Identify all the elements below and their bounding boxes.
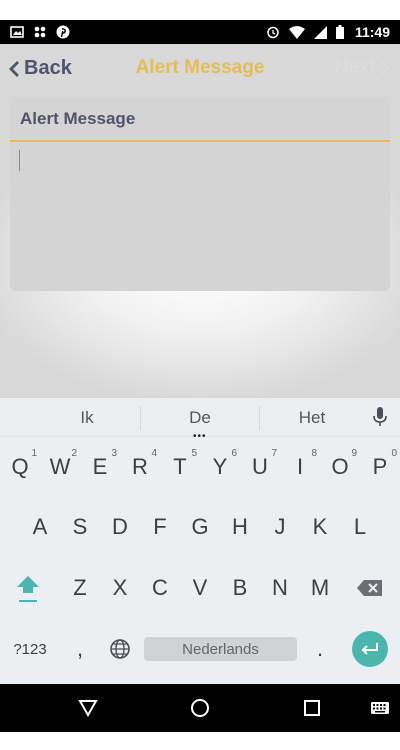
system-recents-button[interactable] (292, 684, 332, 732)
shift-icon (17, 576, 39, 602)
period-key[interactable]: . (300, 625, 340, 673)
status-right-icons: 11:49 (266, 24, 390, 40)
key-j[interactable]: J (260, 503, 300, 551)
key-a[interactable]: A (20, 503, 60, 551)
comma-key[interactable]: , (60, 625, 100, 673)
key-p[interactable]: P0 (360, 443, 400, 491)
key-q[interactable]: Q1 (0, 443, 40, 491)
key-z[interactable]: Z (60, 564, 100, 612)
signal-icon (313, 25, 327, 39)
nav-bar: Back Alert Message Next (0, 44, 400, 94)
language-key[interactable] (100, 625, 140, 673)
system-nav-bar (0, 684, 400, 732)
system-home-button[interactable] (180, 684, 220, 732)
app-screen: Back Alert Message Next Alert Message (0, 44, 400, 398)
suggestion-item[interactable]: Ik (27, 408, 147, 428)
key-o[interactable]: O9 (320, 443, 360, 491)
key-t[interactable]: T5 (160, 443, 200, 491)
key-u[interactable]: U7 (240, 443, 280, 491)
key-c[interactable]: C (140, 564, 180, 612)
photo-sync-icon (33, 25, 47, 39)
suggestion-strip: Ik De ••• Het (0, 398, 400, 442)
key-s[interactable]: S (60, 503, 100, 551)
status-time: 11:49 (354, 24, 390, 40)
chevron-right-icon (381, 61, 390, 75)
backspace-key[interactable] (350, 564, 390, 612)
alert-message-card: Alert Message (10, 97, 390, 291)
key-f[interactable]: F (140, 503, 180, 551)
key-m[interactable]: M (300, 564, 340, 612)
back-triangle-icon (78, 700, 98, 717)
key-e[interactable]: E3 (80, 443, 120, 491)
key-w[interactable]: W2 (40, 443, 80, 491)
key-h[interactable]: H (220, 503, 260, 551)
alarm-icon (266, 25, 280, 39)
keyboard-switch-button[interactable] (362, 684, 398, 732)
key-k[interactable]: K (300, 503, 340, 551)
globe-icon (110, 639, 130, 659)
key-v[interactable]: V (180, 564, 220, 612)
home-circle-icon (191, 699, 209, 717)
key-i[interactable]: I8 (280, 443, 320, 491)
field-label: Alert Message (20, 109, 136, 128)
suggestion-item[interactable]: De (140, 408, 260, 428)
space-bar[interactable]: Nederlands (144, 637, 297, 661)
enter-icon (361, 643, 378, 655)
text-caret (19, 150, 20, 171)
next-label: Next (334, 57, 376, 78)
key-l[interactable]: L (340, 503, 380, 551)
key-d[interactable]: D (100, 503, 140, 551)
status-bar: 11:49 (0, 20, 400, 44)
key-n[interactable]: N (260, 564, 300, 612)
symbols-key[interactable]: ?123 (4, 625, 56, 673)
key-y[interactable]: Y6 (200, 443, 240, 491)
keyboard-icon (371, 702, 389, 714)
next-button[interactable]: Next (335, 57, 390, 79)
key-x[interactable]: X (100, 564, 140, 612)
shift-key[interactable] (8, 564, 48, 612)
enter-key[interactable] (352, 631, 388, 667)
microphone-icon[interactable] (372, 406, 388, 433)
system-back-button[interactable] (68, 684, 108, 732)
recents-square-icon (304, 700, 320, 716)
key-g[interactable]: G (180, 503, 220, 551)
suggestion-item[interactable]: Het (252, 408, 372, 428)
key-r[interactable]: R4 (120, 443, 160, 491)
key-b[interactable]: B (220, 564, 260, 612)
image-icon (10, 26, 24, 38)
backspace-icon (357, 580, 382, 596)
status-left-icons (10, 25, 70, 39)
wifi-icon (288, 25, 305, 39)
pinterest-icon (56, 25, 70, 39)
alert-message-input[interactable] (10, 142, 390, 291)
battery-icon (335, 25, 344, 39)
soft-keyboard: Q1 W2 E3 R4 T5 Y6 U7 I8 O9 P0 A S D F G … (0, 437, 400, 684)
